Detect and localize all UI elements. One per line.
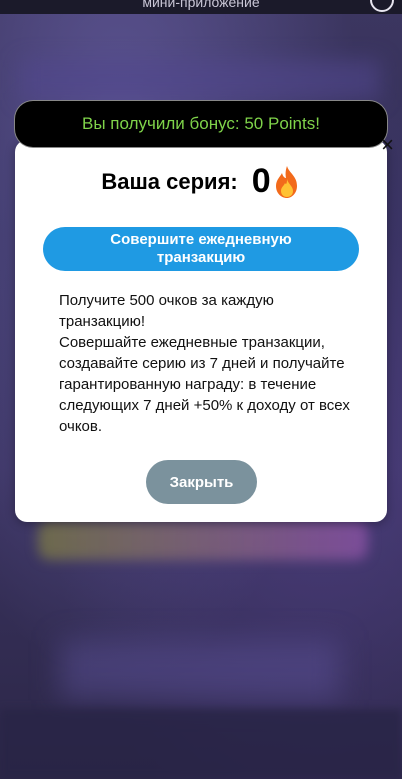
description-line-1: Получите 500 очков за каждую транзакцию! — [59, 292, 274, 330]
background-bottom-nav — [0, 709, 402, 779]
streak-label: Ваша серия: — [101, 168, 238, 194]
daily-transaction-label: Совершите ежедневную транзакцию — [110, 231, 292, 266]
close-button-label: Закрыть — [169, 473, 234, 491]
background-panel — [60, 640, 340, 700]
description-line-2: Совершайте ежедневные транзакции, создав… — [59, 334, 350, 435]
close-button[interactable]: Закрыть — [146, 460, 257, 504]
fire-icon — [273, 165, 301, 199]
streak-value: 0 — [251, 162, 271, 200]
background-gradient-button — [38, 520, 368, 560]
bonus-toast: Вы получили бонус: 50 Points! — [15, 101, 387, 147]
menu-circle-icon[interactable] — [370, 0, 394, 12]
streak-description: Получите 500 очков за каждую транзакцию!… — [59, 290, 359, 437]
streak-row: Ваша серия: 0 — [15, 162, 387, 201]
app-subtitle: мини-приложение — [142, 0, 260, 10]
toast-message: Вы получили бонус: 50 Points! — [82, 114, 320, 133]
close-icon[interactable]: × — [381, 134, 394, 156]
top-bar: мини-приложение — [0, 0, 402, 14]
daily-transaction-button[interactable]: Совершите ежедневную транзакцию — [43, 227, 359, 271]
background-banner — [20, 60, 380, 100]
